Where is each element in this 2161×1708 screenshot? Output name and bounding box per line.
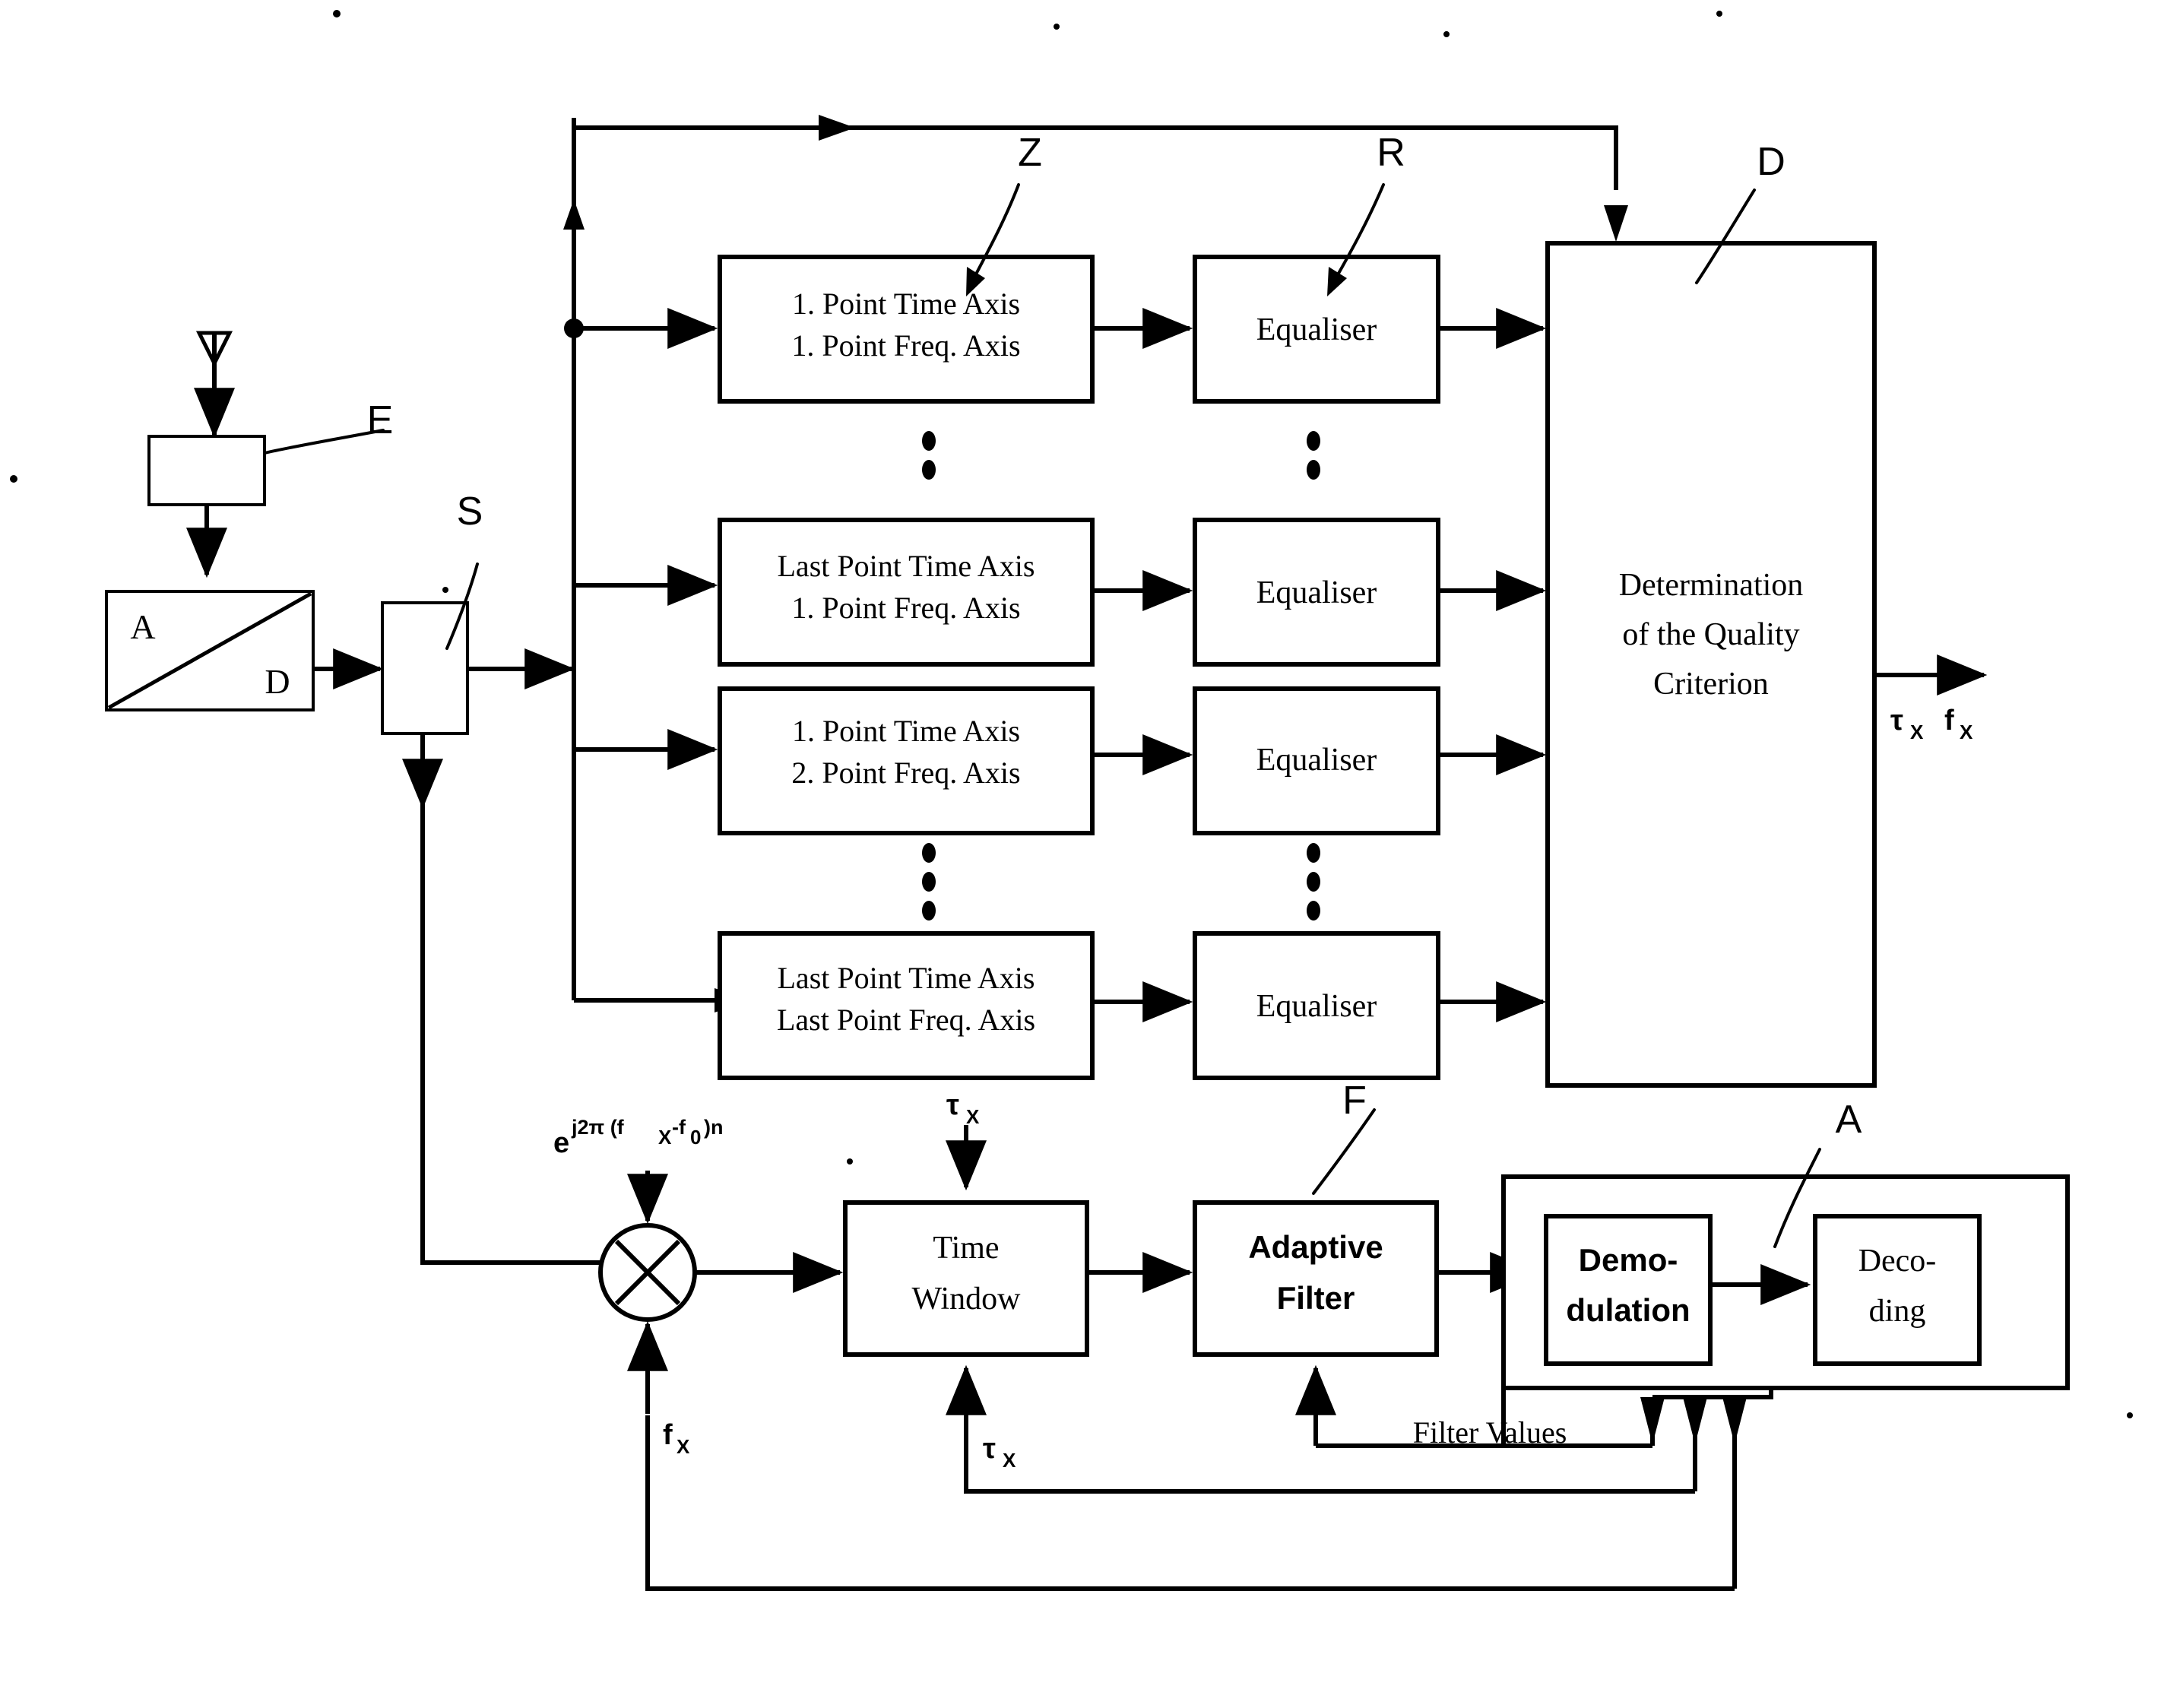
determination-line2: of the Quality bbox=[1622, 617, 1799, 652]
equaliser-1-label: Equaliser bbox=[1256, 312, 1377, 347]
tau-bottom-label: τ X bbox=[983, 1433, 1016, 1472]
demodulation-block bbox=[1544, 1214, 1713, 1366]
filtervalues-arrowhead-1 bbox=[1640, 1397, 1665, 1444]
svg-text:0: 0 bbox=[690, 1126, 701, 1149]
feedback-into-d-arrowhead bbox=[1604, 205, 1628, 242]
svg-text:X: X bbox=[1910, 721, 1924, 743]
filtervalues-arrowhead-3 bbox=[1722, 1397, 1747, 1444]
svg-text:-f: -f bbox=[672, 1116, 686, 1139]
transform-stage-4-line2: Last Point Freq. Axis bbox=[777, 1003, 1035, 1037]
svg-text:e: e bbox=[553, 1127, 569, 1159]
ref-label-Z: Z bbox=[1018, 131, 1042, 175]
adaptive-filter-block bbox=[1193, 1200, 1439, 1357]
mixer-exponent-label: e j2π (f X -f 0 )n bbox=[553, 1116, 723, 1159]
ellipsis-equaliser-upper bbox=[1307, 431, 1320, 480]
svg-text:)n: )n bbox=[704, 1116, 723, 1139]
determination-line3: Criterion bbox=[1653, 667, 1769, 702]
svg-text:j2π (f: j2π (f bbox=[571, 1116, 625, 1139]
ellipsis-transform-upper bbox=[922, 431, 936, 480]
decoding-line2: ding bbox=[1869, 1294, 1926, 1329]
ellipsis-transform-lower bbox=[922, 843, 936, 921]
bus-up-arrowhead bbox=[563, 199, 585, 230]
svg-text:f: f bbox=[1944, 705, 1954, 737]
e-leader-line bbox=[263, 429, 385, 455]
tau-top-label: τ X bbox=[946, 1089, 980, 1128]
ref-label-E: E bbox=[367, 398, 394, 442]
time-window-line2: Window bbox=[912, 1282, 1022, 1317]
time-window-block bbox=[843, 1200, 1089, 1357]
svg-text:τ: τ bbox=[946, 1089, 959, 1121]
adaptive-filter-line2: Filter bbox=[1277, 1280, 1355, 1316]
svg-text:f: f bbox=[663, 1419, 673, 1451]
selector-block bbox=[381, 601, 469, 735]
determination-line1: Determination bbox=[1619, 568, 1804, 603]
ref-label-R: R bbox=[1377, 131, 1405, 175]
quality-feedback-line bbox=[574, 125, 1618, 190]
svg-text:X: X bbox=[677, 1435, 690, 1458]
equaliser-4-label: Equaliser bbox=[1256, 989, 1377, 1024]
demodulation-line1: Demo- bbox=[1579, 1242, 1678, 1278]
transform-stage-3-line1: 1. Point Time Axis bbox=[792, 714, 1020, 748]
decoding-line1: Deco- bbox=[1858, 1244, 1937, 1279]
transform-stage-2-line1: Last Point Time Axis bbox=[778, 549, 1035, 583]
output-tau-label: τ X bbox=[1890, 705, 1924, 743]
equaliser-3-label: Equaliser bbox=[1256, 743, 1377, 778]
ellipsis-equaliser-lower bbox=[1307, 843, 1320, 921]
output-f-label: f X bbox=[1944, 705, 1973, 743]
adaptive-filter-line1: Adaptive bbox=[1248, 1229, 1383, 1265]
ref-label-F-visible: F bbox=[1342, 1079, 1367, 1123]
filtervalues-arrowhead-2 bbox=[1683, 1397, 1707, 1444]
svg-text:X: X bbox=[1960, 721, 1973, 743]
ref-label-S: S bbox=[457, 490, 483, 534]
transform-stage-3-line2: 2. Point Freq. Axis bbox=[791, 756, 1020, 790]
svg-text:X: X bbox=[658, 1126, 672, 1149]
decoding-block bbox=[1813, 1214, 1982, 1366]
svg-text:X: X bbox=[1003, 1449, 1016, 1472]
svg-text:τ: τ bbox=[983, 1433, 996, 1465]
demodulation-line2: dulation bbox=[1566, 1292, 1690, 1328]
transform-stage-4-line1: Last Point Time Axis bbox=[778, 961, 1035, 995]
selector-to-mixer-path bbox=[420, 806, 637, 1265]
transform-stage-2-line2: 1. Point Freq. Axis bbox=[791, 591, 1020, 625]
svg-text:τ: τ bbox=[1890, 705, 1903, 737]
ad-digital-label: D bbox=[265, 662, 290, 701]
determination-block bbox=[1545, 241, 1877, 1088]
feedback-arrowhead bbox=[819, 115, 855, 141]
ad-analog-label: A bbox=[130, 607, 155, 646]
ref-label-A: A bbox=[1836, 1098, 1862, 1142]
transform-stage-1-line2: 1. Point Freq. Axis bbox=[791, 328, 1020, 363]
time-window-line1: Time bbox=[933, 1231, 999, 1266]
equaliser-2-label: Equaliser bbox=[1256, 575, 1377, 610]
input-filter-block bbox=[147, 435, 266, 506]
transform-stage-1-line1: 1. Point Time Axis bbox=[792, 287, 1020, 321]
fx-bottom-label: f X bbox=[663, 1419, 690, 1458]
tau-feedback-line bbox=[964, 1444, 1695, 1494]
svg-text:X: X bbox=[966, 1105, 980, 1128]
ref-label-D: D bbox=[1757, 140, 1786, 184]
patent-block-diagram: E A D S 1. Point Time Axis 1. Point Freq… bbox=[10, 10, 2133, 1591]
fx-feedback-line bbox=[645, 1415, 1735, 1591]
